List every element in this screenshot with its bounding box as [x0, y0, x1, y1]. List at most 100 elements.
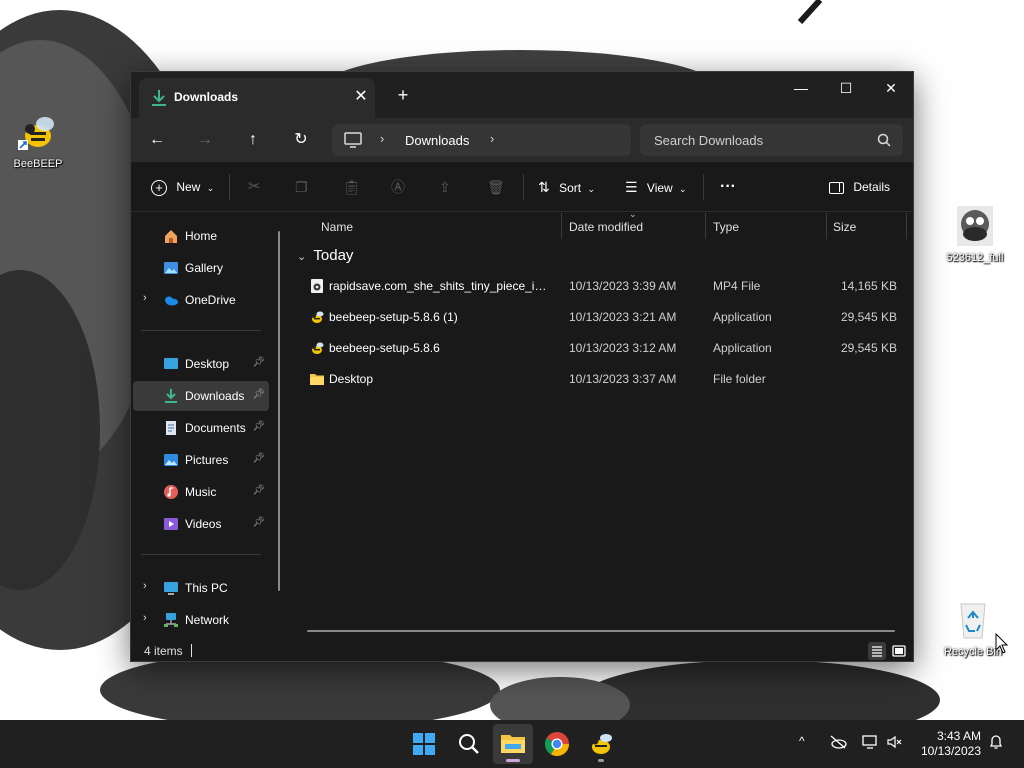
- onedrive-tray-icon[interactable]: [829, 734, 847, 753]
- navigation-scrollbar[interactable]: [278, 231, 280, 591]
- desktop-icon-image[interactable]: 523612_full: [940, 204, 1010, 264]
- sidebar-item-label: Home: [185, 229, 218, 243]
- tab-downloads[interactable]: Downloads ✕: [139, 78, 375, 118]
- cut-button[interactable]: ✂: [248, 174, 261, 200]
- pin-icon[interactable]: 📌︎: [252, 517, 265, 528]
- pin-icon[interactable]: 📌︎: [252, 421, 265, 432]
- divider: [523, 174, 524, 200]
- chevron-right-icon[interactable]: ›: [490, 131, 494, 146]
- start-button[interactable]: [404, 724, 444, 764]
- file-type: Application: [713, 310, 772, 324]
- search-box[interactable]: Search Downloads: [640, 124, 903, 156]
- divider: [703, 174, 704, 200]
- show-hidden-icons-button[interactable]: ^: [799, 734, 805, 748]
- details-label: Details: [853, 180, 891, 194]
- sidebar-item-downloads[interactable]: Downloads 📌︎: [133, 381, 269, 411]
- table-row[interactable]: beebeep-setup-5.8.6 (1) 10/13/2023 3:21 …: [299, 302, 905, 332]
- chevron-right-icon[interactable]: ›: [143, 292, 147, 304]
- sort-button[interactable]: ⇅ Sort ⌄: [538, 174, 595, 200]
- navigation-bar: ← → ↑ ↻ › Downloads › Search Downloads: [131, 118, 913, 162]
- pin-icon[interactable]: 📌︎: [252, 485, 265, 496]
- network-tray-icon[interactable]: [861, 734, 879, 753]
- refresh-button[interactable]: ↻: [285, 124, 317, 156]
- onedrive-icon: [165, 296, 178, 306]
- forward-button[interactable]: →: [189, 124, 221, 156]
- details-button[interactable]: Details: [829, 174, 890, 200]
- tiles-view-button[interactable]: [890, 642, 908, 660]
- folder-icon: [501, 735, 525, 753]
- paste-button[interactable]: 📋︎: [343, 174, 361, 200]
- chevron-down-icon: ⌄: [206, 183, 215, 193]
- divider: [229, 174, 230, 200]
- sidebar-item-gallery[interactable]: Gallery: [133, 253, 269, 283]
- table-row[interactable]: rapidsave.com_she_shits_tiny_piece_into.…: [299, 271, 905, 301]
- pin-icon[interactable]: 📌︎: [252, 357, 265, 368]
- group-label: Today: [313, 247, 354, 264]
- sidebar-item-label: Documents: [185, 421, 246, 435]
- chevron-right-icon: ›: [380, 131, 385, 146]
- new-button[interactable]: + New ⌄: [151, 174, 214, 200]
- item-count: 4 items: [144, 644, 183, 658]
- tab-close-button[interactable]: ✕: [351, 87, 371, 107]
- pin-icon[interactable]: 📌︎: [252, 389, 265, 400]
- table-row[interactable]: beebeep-setup-5.8.6 10/13/2023 3:12 AM A…: [299, 333, 905, 363]
- maximize-button[interactable]: ☐: [823, 74, 869, 102]
- column-header-name[interactable]: Name: [321, 213, 353, 241]
- sidebar-item-pictures[interactable]: Pictures 📌︎: [133, 445, 269, 475]
- desktop-icon-label: 523612_full: [946, 252, 1004, 264]
- taskbar-file-explorer[interactable]: [493, 724, 533, 764]
- search-input[interactable]: Search Downloads: [654, 133, 763, 148]
- sidebar-item-label: Music: [185, 485, 217, 499]
- file-type: File folder: [713, 372, 766, 386]
- sidebar-item-documents[interactable]: Documents 📌︎: [133, 413, 269, 443]
- mouse-cursor-icon: [995, 633, 1009, 654]
- view-button[interactable]: ☰ View ⌄: [625, 174, 687, 200]
- sidebar-item-network[interactable]: › Network: [133, 605, 269, 635]
- file-size: 14,165 KB: [840, 279, 897, 293]
- taskbar-chrome[interactable]: [537, 724, 577, 764]
- delete-button[interactable]: 🗑︎: [487, 174, 505, 200]
- sidebar-item-desktop[interactable]: Desktop 📌︎: [133, 349, 269, 379]
- new-label: New: [176, 180, 201, 194]
- address-bar[interactable]: › Downloads ›: [332, 124, 631, 156]
- clock-time: 3:43 AM: [936, 729, 981, 743]
- volume-muted-icon[interactable]: [886, 734, 904, 753]
- bee-icon: [16, 110, 60, 154]
- desktop-icon-beebeep[interactable]: BeeBEEP: [3, 110, 73, 170]
- sidebar-item-label: Pictures: [185, 453, 229, 467]
- up-button[interactable]: ↑: [237, 124, 269, 156]
- close-button[interactable]: ✕: [868, 74, 914, 102]
- column-header-size[interactable]: Size: [833, 213, 856, 241]
- chevron-right-icon[interactable]: ›: [143, 612, 147, 624]
- plus-circle-icon: +: [151, 179, 167, 196]
- horizontal-scrollbar[interactable]: [307, 630, 895, 632]
- group-header-today[interactable]: ⌄ Today: [297, 247, 353, 264]
- minimize-button[interactable]: —: [778, 74, 824, 102]
- active-indicator: [506, 759, 520, 762]
- copy-button[interactable]: ❐: [295, 174, 308, 200]
- share-button[interactable]: ⇪: [439, 174, 451, 200]
- sidebar-item-this-pc[interactable]: › This PC: [133, 573, 269, 603]
- pin-icon[interactable]: 📌︎: [252, 453, 265, 464]
- sidebar-item-videos[interactable]: Videos 📌︎: [133, 509, 269, 539]
- sidebar-item-music[interactable]: Music 📌︎: [133, 477, 269, 507]
- file-date: 10/13/2023 3:21 AM: [569, 310, 677, 324]
- details-view-button[interactable]: [868, 642, 886, 660]
- network-icon: [164, 613, 178, 627]
- file-name: Desktop: [329, 372, 374, 386]
- taskbar-search-button[interactable]: [449, 724, 489, 764]
- more-options-button[interactable]: ···: [720, 174, 736, 200]
- sidebar-item-onedrive[interactable]: › OneDrive: [133, 285, 269, 315]
- chevron-right-icon[interactable]: ›: [143, 580, 147, 592]
- chevron-down-icon: ⌄: [679, 184, 687, 194]
- taskbar-beebeep[interactable]: [581, 724, 621, 764]
- back-button[interactable]: ←: [141, 124, 173, 156]
- new-tab-button[interactable]: +: [391, 84, 415, 108]
- column-header-type[interactable]: Type: [713, 213, 739, 241]
- system-clock[interactable]: 3:43 AM 10/13/2023: [917, 729, 981, 759]
- rename-button[interactable]: Ⓐ: [391, 174, 405, 200]
- sidebar-item-home[interactable]: Home: [133, 221, 269, 251]
- table-row[interactable]: Desktop 10/13/2023 3:37 AM File folder: [299, 364, 905, 394]
- notification-bell-icon[interactable]: [988, 734, 1004, 753]
- bee-icon: [312, 311, 324, 323]
